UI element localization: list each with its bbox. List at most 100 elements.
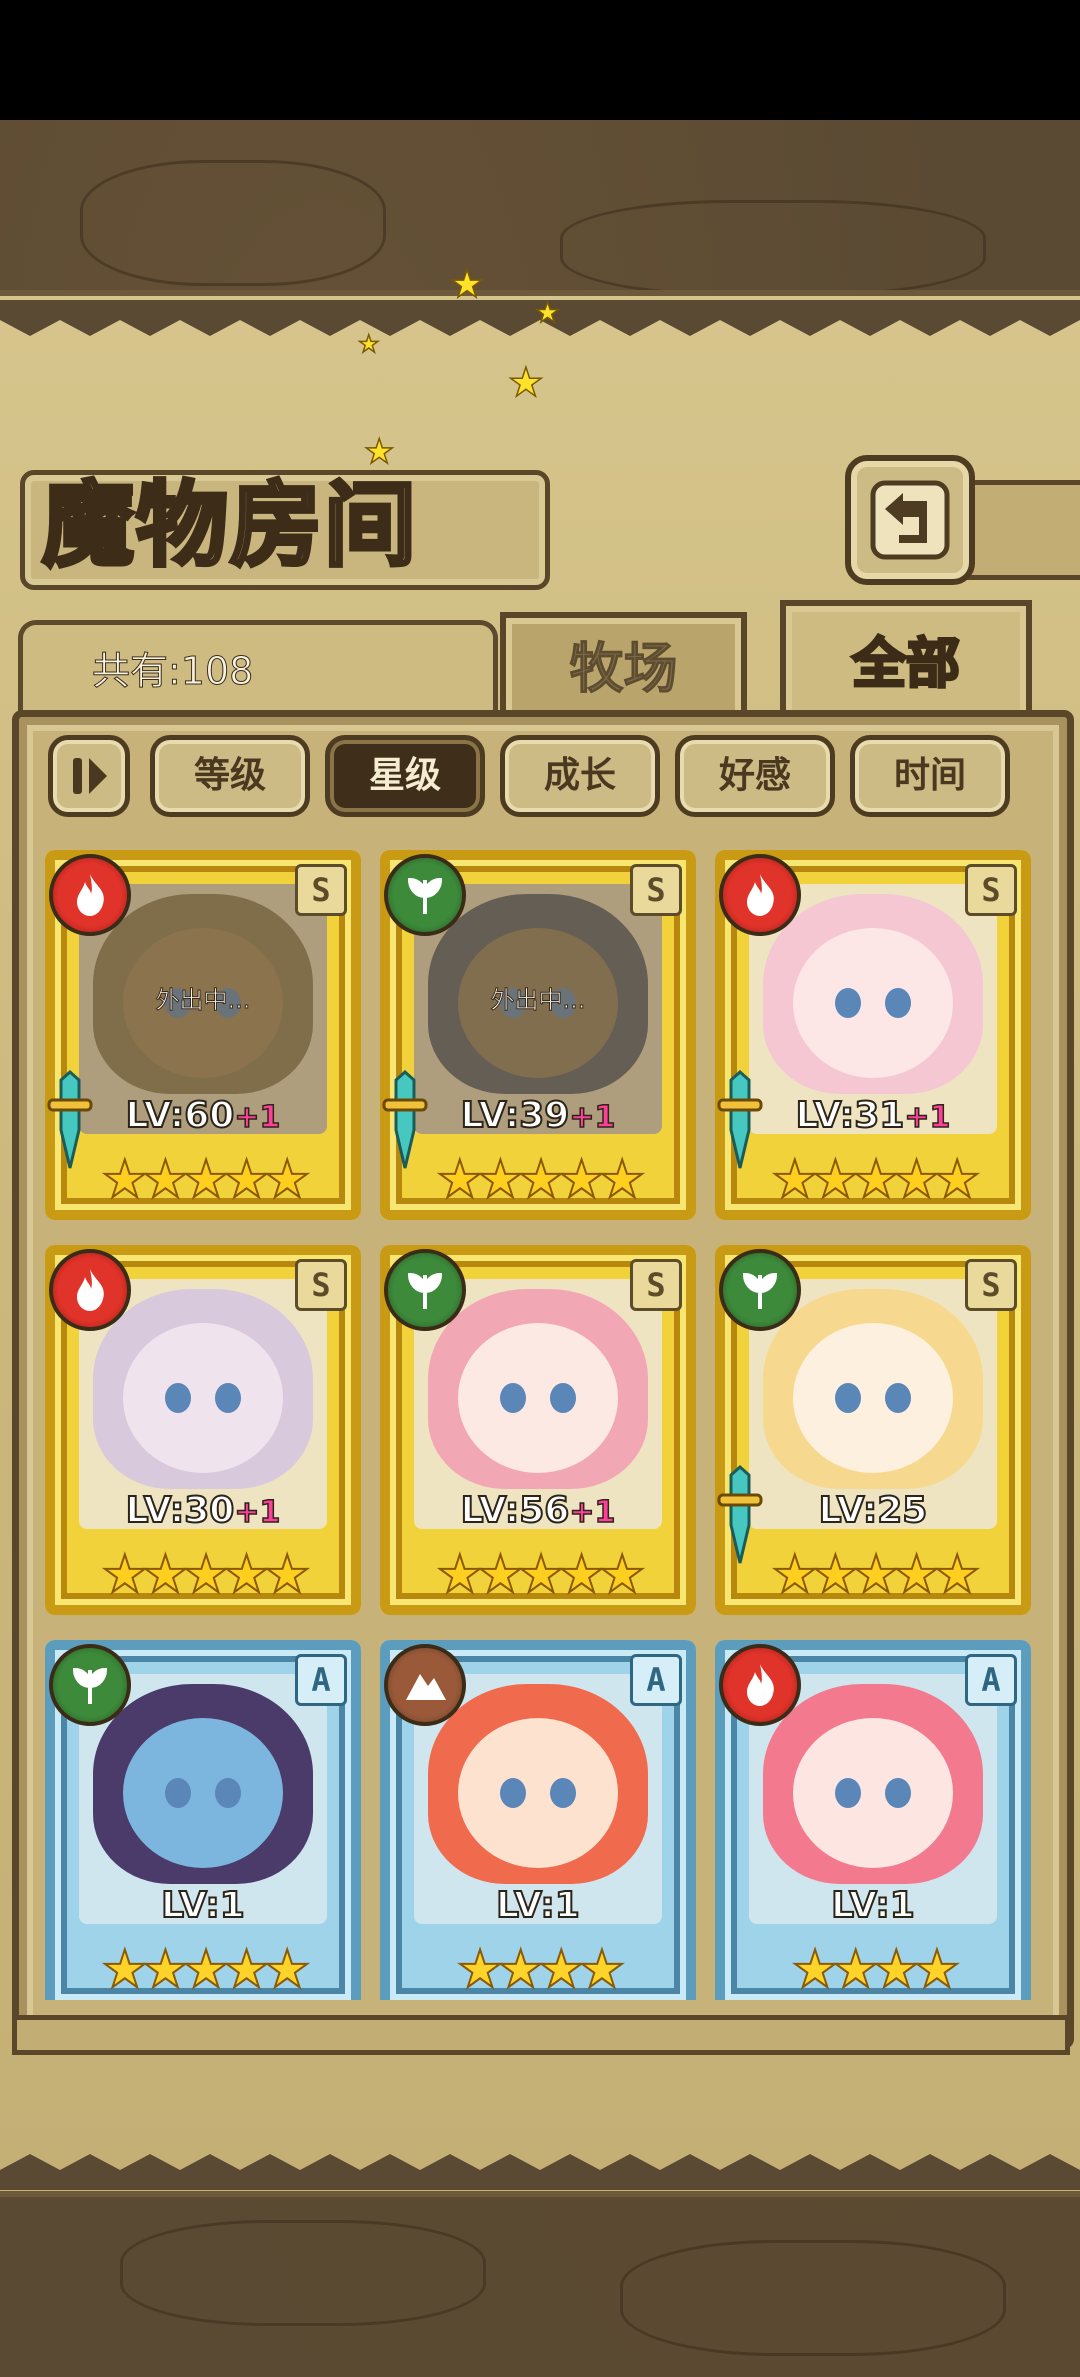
monster-face bbox=[123, 1323, 283, 1473]
monster-level: LV:1 bbox=[45, 1884, 361, 1927]
monster-eye bbox=[215, 1383, 241, 1413]
leaf-element-icon bbox=[719, 1249, 801, 1331]
leaf-element-icon bbox=[384, 1249, 466, 1331]
monster-level: LV:30+1 bbox=[45, 1489, 361, 1532]
monster-card[interactable]: A LV:1 ★★★★★ bbox=[45, 1640, 361, 2000]
fire-element-icon bbox=[719, 854, 801, 936]
monster-card[interactable]: 外出中... S LV:39+1 ★★★★★ bbox=[380, 850, 696, 1220]
monster-eye bbox=[550, 1778, 576, 1808]
sort-by-affection-button[interactable]: 好感 bbox=[675, 735, 835, 817]
tab-all[interactable]: 全部 bbox=[780, 600, 1032, 721]
decorative-star-icon: ★ bbox=[507, 359, 544, 407]
monster-card[interactable]: S LV:30+1 ★★★★★ bbox=[45, 1245, 361, 1615]
monster-face bbox=[123, 1718, 283, 1868]
leaf-element-icon bbox=[49, 1644, 131, 1726]
level-text: LV:1 bbox=[830, 1884, 916, 1927]
rank-badge: S bbox=[965, 864, 1017, 916]
level-bonus: +1 bbox=[569, 1099, 617, 1136]
fire-element-icon bbox=[719, 1644, 801, 1726]
monster-card[interactable]: A LV:1 ★★★★ bbox=[715, 1640, 1031, 2000]
fire-element-icon bbox=[49, 1249, 131, 1331]
monster-eye bbox=[500, 1778, 526, 1808]
sort-bar: 等级 星级 成长 好感 时间 bbox=[48, 735, 1010, 817]
level-text: LV:39 bbox=[460, 1094, 571, 1137]
monster-eye bbox=[165, 1383, 191, 1413]
level-text: LV:56 bbox=[460, 1489, 571, 1532]
status-bar bbox=[0, 0, 1080, 120]
back-button[interactable] bbox=[845, 455, 975, 585]
decorative-star-icon: ★ bbox=[363, 431, 395, 473]
level-bonus: +1 bbox=[234, 1494, 282, 1531]
sort-order-icon bbox=[73, 758, 107, 794]
leaf-element-icon bbox=[384, 854, 466, 936]
monster-card[interactable]: S LV:25 ★★★★★ bbox=[715, 1245, 1031, 1615]
monster-card[interactable]: 外出中... S LV:60+1 ★★★★★ bbox=[45, 850, 361, 1220]
monster-level: LV:1 bbox=[715, 1884, 1031, 1927]
rank-badge: S bbox=[295, 1259, 347, 1311]
monster-eye bbox=[835, 988, 861, 1018]
away-status: 外出中... bbox=[155, 986, 251, 1015]
sort-by-star-button[interactable]: 星级 bbox=[325, 735, 485, 817]
monster-eye bbox=[835, 1383, 861, 1413]
level-text: LV:31 bbox=[795, 1094, 906, 1137]
star-rating: ★★★★★ bbox=[770, 1544, 981, 1606]
level-text: LV:1 bbox=[160, 1884, 246, 1927]
page-title: 魔物房间 bbox=[40, 469, 419, 581]
level-text: LV:60 bbox=[125, 1094, 236, 1137]
monster-face bbox=[458, 1718, 618, 1868]
monster-face bbox=[793, 1718, 953, 1868]
star-rating: ★★★★★ bbox=[435, 1149, 646, 1211]
level-bonus: +1 bbox=[569, 1494, 617, 1531]
star-rating: ★★★★★ bbox=[100, 1544, 311, 1606]
panel-bottom-rail bbox=[12, 2015, 1070, 2055]
monster-eye bbox=[885, 1383, 911, 1413]
rank-badge: S bbox=[630, 864, 682, 916]
count-tab bbox=[18, 620, 498, 720]
monster-grid: 外出中... S LV:60+1 ★★★★★ 外出中... S LV:39+1 ★★★★★ S L… bbox=[45, 850, 1035, 2000]
monster-card[interactable]: S LV:31+1 ★★★★★ bbox=[715, 850, 1031, 1220]
level-text: LV:30 bbox=[125, 1489, 236, 1532]
decorative-star-icon: ★ bbox=[534, 295, 561, 330]
fire-element-icon bbox=[49, 854, 131, 936]
monster-card[interactable]: A LV:1 ★★★★ bbox=[380, 1640, 696, 2000]
monster-level: LV:56+1 bbox=[380, 1489, 696, 1532]
monster-eye bbox=[165, 1778, 191, 1808]
sort-order-button[interactable] bbox=[48, 735, 130, 817]
rank-badge: S bbox=[965, 1259, 1017, 1311]
away-status: 外出中... bbox=[490, 986, 586, 1015]
rank-badge: S bbox=[295, 864, 347, 916]
star-rating: ★★★★★ bbox=[770, 1149, 981, 1211]
decorative-star-icon: ★ bbox=[357, 329, 380, 359]
sort-by-growth-button[interactable]: 成长 bbox=[500, 735, 660, 817]
rank-badge: A bbox=[295, 1654, 347, 1706]
rank-badge: S bbox=[630, 1259, 682, 1311]
star-rating: ★★★★ bbox=[791, 1939, 961, 2000]
monster-count: 共有:108 bbox=[91, 649, 254, 694]
level-bonus: +1 bbox=[904, 1099, 952, 1136]
star-rating: ★★★★★ bbox=[100, 1939, 311, 2000]
monster-eye bbox=[215, 1778, 241, 1808]
monster-eye bbox=[885, 1778, 911, 1808]
monster-eye bbox=[550, 1383, 576, 1413]
star-rating: ★★★★ bbox=[456, 1939, 626, 2000]
monster-level: LV:60+1 bbox=[45, 1094, 361, 1137]
star-rating: ★★★★★ bbox=[100, 1149, 311, 1211]
monster-face bbox=[458, 1323, 618, 1473]
monster-level: LV:39+1 bbox=[380, 1094, 696, 1137]
level-text: LV:1 bbox=[495, 1884, 581, 1927]
monster-eye bbox=[500, 1383, 526, 1413]
return-arrow-icon bbox=[870, 480, 950, 560]
monster-eye bbox=[835, 1778, 861, 1808]
level-bonus: +1 bbox=[234, 1099, 282, 1136]
monster-face bbox=[793, 1323, 953, 1473]
rank-badge: A bbox=[630, 1654, 682, 1706]
earth-element-icon bbox=[384, 1644, 466, 1726]
monster-level: LV:25 bbox=[715, 1489, 1031, 1532]
sort-by-level-button[interactable]: 等级 bbox=[150, 735, 310, 817]
monster-card[interactable]: S LV:56+1 ★★★★★ bbox=[380, 1245, 696, 1615]
sort-by-time-button[interactable]: 时间 bbox=[850, 735, 1010, 817]
monster-level: LV:1 bbox=[380, 1884, 696, 1927]
monster-level: LV:31+1 bbox=[715, 1094, 1031, 1137]
tab-farm[interactable]: 牧场 bbox=[500, 612, 747, 718]
decorative-star-icon: ★ bbox=[449, 261, 485, 307]
